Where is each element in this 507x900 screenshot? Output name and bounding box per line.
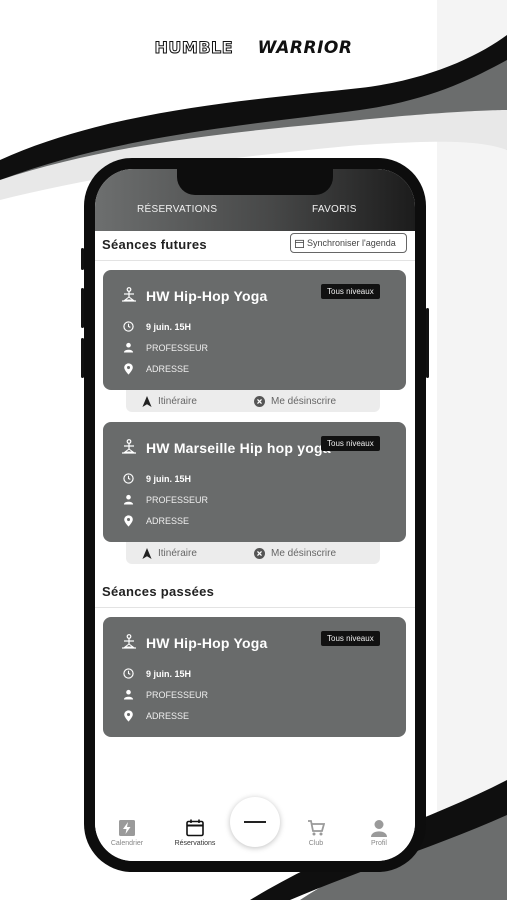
session-date: 9 juin. 15H xyxy=(146,473,192,484)
section-title-past: Séances passées xyxy=(102,584,215,599)
brand-logo: HUMBLE WARRIOR xyxy=(0,38,507,59)
divider xyxy=(95,607,415,608)
location-pin-icon xyxy=(124,363,133,375)
location-pin-icon xyxy=(124,515,133,527)
bottom-navigation: Calendrier Réservations Club Profil xyxy=(95,797,415,861)
brand-humble: HUMBLE xyxy=(154,38,234,58)
cart-icon xyxy=(308,820,325,836)
person-icon xyxy=(123,689,134,700)
session-teacher-row: PROFESSEUR xyxy=(123,342,208,353)
session-address-row: ADRESSE xyxy=(123,515,189,527)
person-icon xyxy=(123,342,134,353)
session-address: ADRESSE xyxy=(146,516,190,526)
session-address: ADRESSE xyxy=(146,711,190,721)
session-card[interactable]: HW Hip-Hop Yoga Tous niveaux 9 juin. 15H… xyxy=(103,617,406,737)
session-teacher-row: PROFESSEUR xyxy=(123,494,208,505)
phone-screen: RÉSERVATIONS FAVORIS Séances futures Syn… xyxy=(95,169,415,861)
nav-profile[interactable]: Profil xyxy=(349,819,409,847)
calendar-icon xyxy=(295,239,304,248)
session-title: HW Marseille Hip hop yoga xyxy=(146,440,331,456)
phone-side-button xyxy=(81,338,84,378)
center-logo-button[interactable] xyxy=(230,797,280,847)
session-card[interactable]: HW Marseille Hip hop yoga Tous niveaux 9… xyxy=(103,422,406,542)
sync-calendar-button[interactable]: Synchroniser l'agenda xyxy=(290,233,407,253)
tab-favorites[interactable]: FAVORIS xyxy=(312,204,357,215)
nav-calendar[interactable]: Calendrier xyxy=(97,819,157,847)
unsubscribe-button[interactable]: Me désinscrire xyxy=(254,395,337,407)
yoga-pose-icon xyxy=(122,439,136,454)
level-badge: Tous niveaux xyxy=(321,284,380,299)
navigation-arrow-icon xyxy=(142,395,152,407)
nav-club[interactable]: Club xyxy=(286,819,346,847)
session-actions: Itinéraire Me désinscrire xyxy=(126,542,380,564)
cancel-circle-icon xyxy=(254,547,265,559)
sync-calendar-label: Synchroniser l'agenda xyxy=(307,238,396,248)
clock-icon xyxy=(123,473,134,484)
person-icon xyxy=(123,494,134,505)
nav-profile-label: Profil xyxy=(371,840,387,847)
phone-frame: RÉSERVATIONS FAVORIS Séances futures Syn… xyxy=(81,158,429,872)
cancel-circle-icon xyxy=(254,395,265,407)
phone-side-button xyxy=(426,308,429,378)
session-actions: Itinéraire Me désinscrire xyxy=(126,390,380,412)
itinerary-label: Itinéraire xyxy=(158,395,197,407)
session-date-row: 9 juin. 15H xyxy=(123,321,191,332)
center-logo-icon xyxy=(244,821,266,823)
yoga-pose-icon xyxy=(122,634,136,649)
calendar-icon xyxy=(186,819,204,837)
session-title: HW Hip-Hop Yoga xyxy=(146,635,268,651)
session-address: ADRESSE xyxy=(146,364,190,374)
yoga-pose-icon xyxy=(122,287,136,302)
nav-calendar-label: Calendrier xyxy=(110,840,144,847)
session-title: HW Hip-Hop Yoga xyxy=(146,288,268,304)
navigation-arrow-icon xyxy=(142,547,152,559)
session-date: 9 juin. 15H xyxy=(146,321,192,332)
level-badge: Tous niveaux xyxy=(321,631,380,646)
unsubscribe-label: Me désinscrire xyxy=(271,547,337,559)
clock-icon xyxy=(123,668,134,679)
tab-reservations[interactable]: RÉSERVATIONS xyxy=(137,204,217,215)
divider xyxy=(95,260,415,261)
brand-warrior: WARRIOR xyxy=(257,38,353,58)
calendar-bolt-icon xyxy=(119,820,135,836)
itinerary-button[interactable]: Itinéraire xyxy=(142,547,197,559)
phone-side-button xyxy=(81,288,84,328)
level-badge: Tous niveaux xyxy=(321,436,380,451)
session-date: 9 juin. 15H xyxy=(146,668,192,679)
session-address-row: ADRESSE xyxy=(123,710,189,722)
session-teacher-row: PROFESSEUR xyxy=(123,689,208,700)
session-date-row: 9 juin. 15H xyxy=(123,473,191,484)
nav-club-label: Club xyxy=(308,840,324,847)
nav-reservations-label: Réservations xyxy=(174,840,216,847)
unsubscribe-label: Me désinscrire xyxy=(271,395,337,407)
itinerary-label: Itinéraire xyxy=(158,547,197,559)
location-pin-icon xyxy=(124,710,133,722)
session-teacher: PROFESSEUR xyxy=(146,342,209,353)
session-card[interactable]: HW Hip-Hop Yoga Tous niveaux 9 juin. 15H… xyxy=(103,270,406,390)
phone-notch xyxy=(177,169,333,195)
profile-icon xyxy=(371,820,387,837)
session-address-row: ADRESSE xyxy=(123,363,189,375)
clock-icon xyxy=(123,321,134,332)
itinerary-button[interactable]: Itinéraire xyxy=(142,395,197,407)
unsubscribe-button[interactable]: Me désinscrire xyxy=(254,547,337,559)
phone-side-button xyxy=(81,248,84,270)
session-teacher: PROFESSEUR xyxy=(146,494,209,505)
session-date-row: 9 juin. 15H xyxy=(123,668,191,679)
nav-reservations[interactable]: Réservations xyxy=(165,819,225,847)
section-title-upcoming: Séances futures xyxy=(102,237,207,252)
session-teacher: PROFESSEUR xyxy=(146,689,209,700)
